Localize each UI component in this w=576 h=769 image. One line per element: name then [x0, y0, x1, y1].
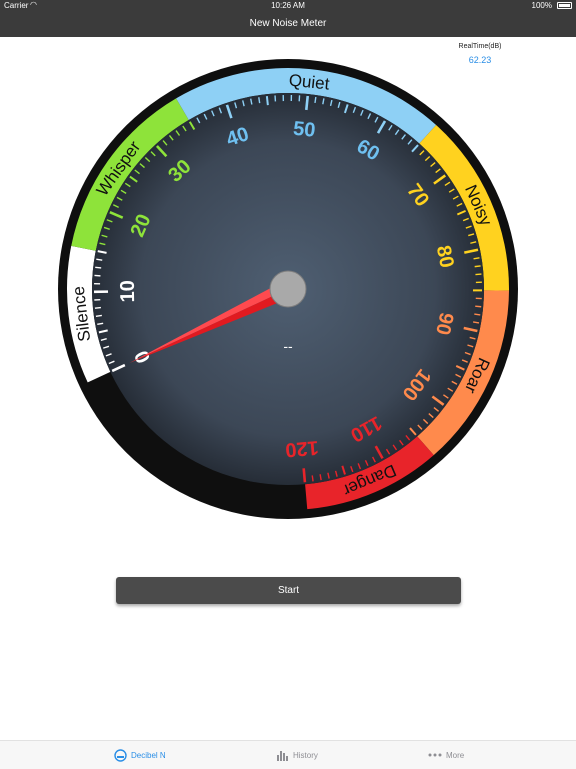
gauge-tick [475, 306, 481, 307]
gauge-number: 120 [284, 436, 319, 461]
tab-more[interactable]: More [428, 741, 464, 769]
bar-chart-icon [276, 749, 289, 761]
gauge-number: 90 [431, 310, 457, 336]
gauge-tick [96, 259, 102, 260]
gauge-tick [474, 258, 480, 259]
gauge-tick [312, 475, 313, 481]
gauge-tick [304, 468, 305, 482]
gauge-tick [315, 97, 316, 103]
tab-history[interactable]: History [276, 741, 318, 769]
more-dots-icon [428, 753, 442, 757]
tab-history-label: History [293, 751, 318, 760]
gauge-tick [96, 315, 102, 316]
noise-gauge: SilenceWhisperQuietNoisyRoarDanger 01020… [0, 0, 576, 740]
gauge-tick [95, 308, 101, 309]
gauge-number: 10 [117, 280, 139, 303]
tab-decibel[interactable]: Decibel N [114, 741, 166, 769]
gauge-tick [475, 266, 481, 267]
gauge-tick [306, 96, 307, 110]
gauge-number: 80 [432, 244, 458, 270]
gauge-number: 50 [292, 118, 316, 142]
tab-more-label: More [446, 751, 464, 760]
gauge-icon [114, 749, 127, 762]
gauge-tick [267, 96, 268, 105]
needle-hub [270, 271, 306, 307]
gauge-tick [474, 314, 480, 315]
gauge-readout: -- [283, 338, 293, 354]
tab-bar: Decibel N History More [0, 740, 576, 769]
gauge-tick [95, 267, 101, 268]
tab-decibel-label: Decibel N [131, 751, 166, 760]
start-button[interactable]: Start [116, 577, 461, 604]
gauge-tick [259, 97, 260, 103]
